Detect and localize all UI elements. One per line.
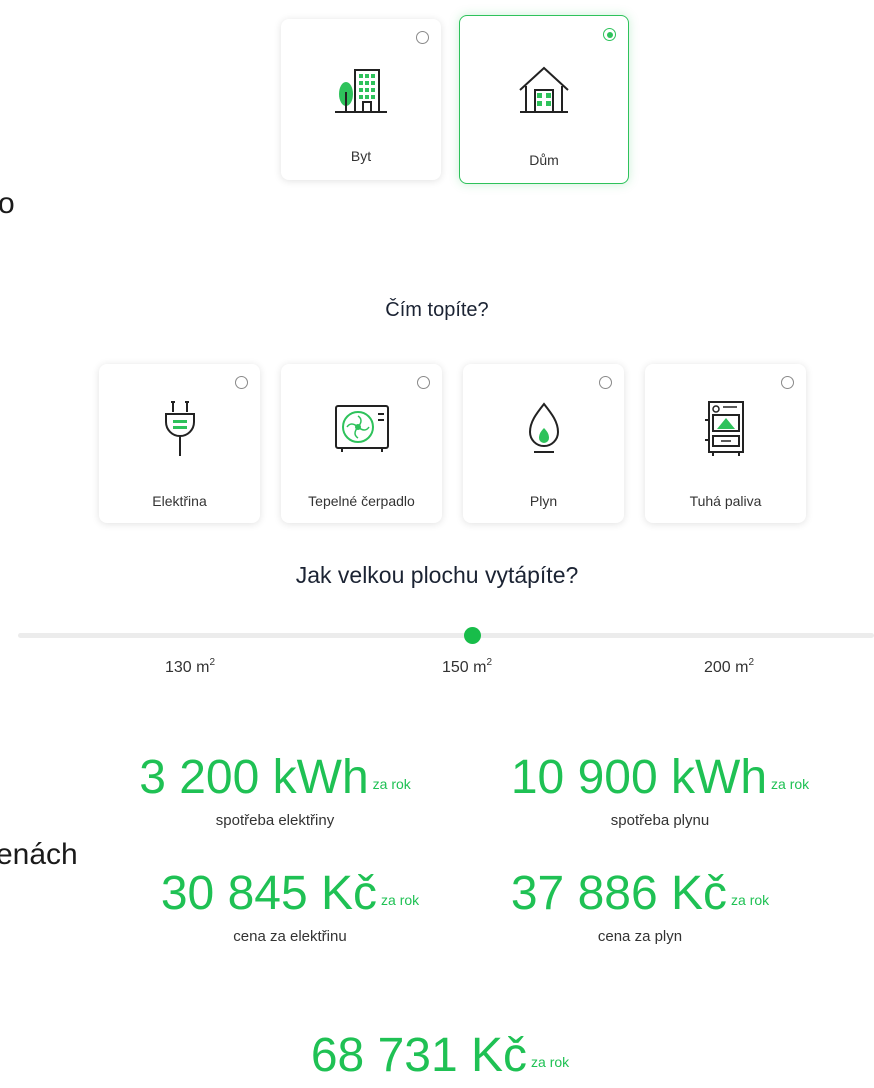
radio-dum[interactable] <box>603 28 616 41</box>
gas-flame-icon <box>528 402 559 453</box>
option-label-plyn: Plyn <box>529 493 558 509</box>
stat-total-price: 68 731 Kč za rok <box>260 1030 620 1088</box>
gas-price-value: 37 886 Kč <box>510 867 728 920</box>
tick-130-value: 130 m <box>165 659 210 676</box>
heat-pump-icon <box>334 405 389 452</box>
option-label-tepelne-cerpadlo: Tepelné čerpadlo <box>308 493 415 509</box>
heating-option-plyn[interactable]: Plyn <box>463 364 624 523</box>
gas-consumption-value: 10 900 kWh <box>510 751 768 804</box>
area-slider-thumb[interactable] <box>464 627 481 644</box>
stat-gas-price: 37 886 Kč za rok cena za plyn <box>480 868 800 946</box>
area-slider-track[interactable] <box>18 633 874 638</box>
option-label-byt: Byt <box>350 148 372 164</box>
tick-130-sup: 2 <box>209 657 216 668</box>
gas-price-period: za rok <box>731 892 770 908</box>
gas-consumption-period: za rok <box>771 776 810 792</box>
area-question: Jak velkou plochu vytápíte? <box>295 562 579 588</box>
tick-200-value: 200 m <box>704 659 749 676</box>
heating-question: Čím topíte? <box>385 299 489 321</box>
heating-option-tepelne-cerpadlo[interactable]: Tepelné čerpadlo <box>281 364 442 523</box>
stat-electricity-price-value-row: 30 845 Kč za rok <box>130 868 450 926</box>
property-option-byt[interactable]: Byt <box>281 19 441 180</box>
electricity-price-label: cena za elektřinu <box>233 928 347 945</box>
total-price-value: 68 731 Kč <box>310 1029 528 1082</box>
heating-option-tuha-paliva[interactable]: Tuhá paliva <box>645 364 806 523</box>
option-label-tuha-paliva: Tuhá paliva <box>689 493 762 509</box>
tick-130[interactable]: 130 m2 <box>165 657 215 677</box>
radio-tuha-paliva[interactable] <box>781 376 794 389</box>
solid-fuel-boiler-icon <box>704 401 744 456</box>
gas-price-label: cena za plyn <box>597 928 683 945</box>
radio-byt[interactable] <box>416 31 429 44</box>
electricity-consumption-period: za rok <box>372 776 411 792</box>
electric-plug-icon <box>164 401 195 456</box>
tick-150[interactable]: 150 m2 <box>442 657 492 677</box>
stat-gas-price-value-row: 37 886 Kč za rok <box>480 868 800 926</box>
tick-150-value: 150 m <box>442 659 487 676</box>
option-label-elektrina: Elektřina <box>152 493 207 509</box>
tick-200[interactable]: 200 m2 <box>704 657 754 677</box>
radio-elektrina[interactable] <box>235 376 248 389</box>
electricity-consumption-label: spotřeba elektřiny <box>215 812 335 829</box>
stat-electricity-consumption: 3 200 kWh za rok spotřeba elektřiny <box>110 752 440 830</box>
option-label-dum: Dům <box>529 152 559 168</box>
stat-gas-consumption-value-row: 10 900 kWh za rok <box>480 752 840 810</box>
cut-off-text-1: o <box>0 187 15 220</box>
stat-gas-consumption: 10 900 kWh za rok spotřeba plynu <box>480 752 840 830</box>
apartment-building-icon <box>335 69 387 113</box>
tick-150-sup: 2 <box>486 657 493 668</box>
electricity-price-value: 30 845 Kč <box>160 867 378 920</box>
radio-tepelne-cerpadlo[interactable] <box>417 376 430 389</box>
radio-plyn[interactable] <box>599 376 612 389</box>
electricity-consumption-value: 3 200 kWh <box>139 751 369 804</box>
house-icon <box>519 66 569 113</box>
stat-electricity-price: 30 845 Kč za rok cena za elektřinu <box>130 868 450 946</box>
stat-total-price-value-row: 68 731 Kč za rok <box>260 1030 620 1088</box>
cut-off-text-2: enách <box>0 838 78 871</box>
tick-200-sup: 2 <box>748 657 755 668</box>
total-price-period: za rok <box>531 1054 570 1070</box>
stat-electricity-consumption-value-row: 3 200 kWh za rok <box>110 752 440 810</box>
heating-option-elektrina[interactable]: Elektřina <box>99 364 260 523</box>
property-option-dum[interactable]: Dům <box>459 15 629 184</box>
gas-consumption-label: spotřeba plynu <box>610 812 710 829</box>
electricity-price-period: za rok <box>381 892 420 908</box>
